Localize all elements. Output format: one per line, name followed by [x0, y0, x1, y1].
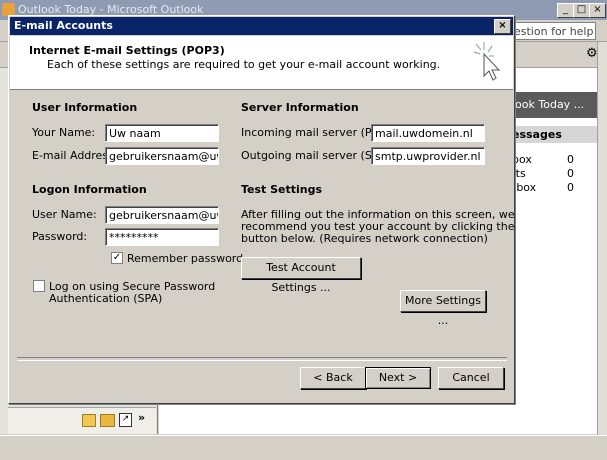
nav-shortcuts-bar: ↗ »: [8, 407, 156, 434]
cancel-button[interactable]: Cancel: [438, 367, 504, 389]
close-icon[interactable]: ×: [494, 19, 511, 34]
minimize-icon[interactable]: _: [557, 3, 574, 18]
dialog-header: Internet E-mail Settings (POP3) Each of …: [10, 36, 513, 90]
header-title: Internet E-mail Settings (POP3): [29, 44, 225, 57]
list-item[interactable]: tbox 0: [510, 181, 578, 195]
configure-buttons-icon[interactable]: »: [138, 411, 145, 424]
window-close-icon[interactable]: ×: [589, 3, 606, 18]
server-info-heading: Server Information: [241, 101, 359, 114]
shortcut-icon[interactable]: ↗: [119, 413, 132, 427]
test-account-settings-button[interactable]: Test Account Settings ...: [241, 257, 361, 294]
list-item[interactable]: box 0: [510, 153, 578, 167]
your-name-field[interactable]: Uw naam: [105, 124, 219, 142]
gear-icon[interactable]: ⚙: [586, 46, 598, 61]
vertical-scrollbar[interactable]: [597, 42, 607, 435]
user-name-label: User Name:: [32, 208, 97, 221]
incoming-server-field[interactable]: mail.uwdomein.nl: [371, 124, 485, 142]
dialog-title: E-mail Accounts: [14, 19, 113, 32]
remember-password-label: Remember password: [127, 252, 244, 265]
password-label: Password:: [32, 230, 88, 243]
more-settings-button[interactable]: More Settings ...: [400, 290, 486, 327]
password-field[interactable]: *********: [105, 228, 219, 246]
status-bar: [0, 435, 607, 460]
user-info-heading: User Information: [32, 101, 138, 114]
messages-header: essages: [510, 126, 597, 143]
email-address-field[interactable]: gebruikersnaam@uwdomei: [105, 147, 219, 165]
dialog-title-bar: E-mail Accounts ×: [10, 17, 513, 35]
user-name-field[interactable]: gebruikersnaam@uwdomei: [105, 206, 219, 224]
note-icon[interactable]: [82, 414, 96, 427]
outlook-today-banner: look Today ...: [510, 92, 597, 118]
your-name-label: Your Name:: [32, 126, 96, 139]
dialog-separator: [17, 357, 507, 361]
ask-question-box[interactable]: estion for help: [510, 22, 596, 40]
next-button[interactable]: Next >: [365, 367, 431, 389]
spa-label-line2: Authentication (SPA): [49, 292, 163, 305]
cursor-sparkle-icon: [473, 42, 501, 81]
test-desc-line3: button below. (Requires network connecti…: [241, 232, 488, 245]
remember-password-checkbox[interactable]: ✓: [111, 252, 123, 264]
folder-icon[interactable]: [100, 414, 115, 427]
list-item[interactable]: fts 0: [510, 167, 578, 181]
spa-checkbox[interactable]: [33, 280, 45, 292]
header-subtitle: Each of these settings are required to g…: [47, 58, 441, 71]
logon-info-heading: Logon Information: [32, 183, 147, 196]
outgoing-server-field[interactable]: smtp.uwprovider.nl: [371, 147, 485, 165]
test-settings-heading: Test Settings: [241, 183, 323, 196]
email-accounts-dialog: E-mail Accounts × Internet E-mail Settin…: [8, 15, 515, 404]
maximize-icon[interactable]: □: [573, 3, 590, 18]
back-button[interactable]: < Back: [300, 367, 366, 389]
